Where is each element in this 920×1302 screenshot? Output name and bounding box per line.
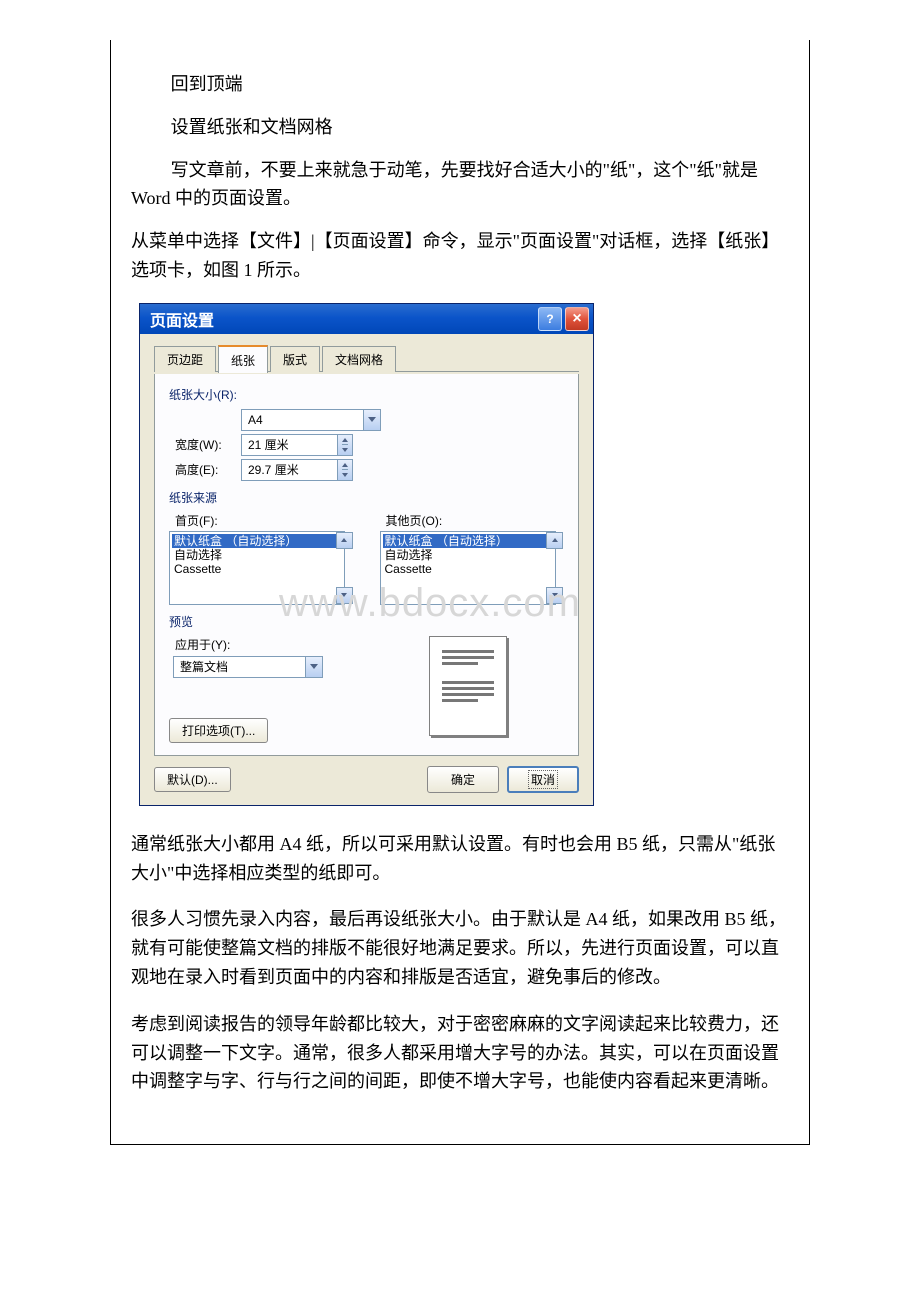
spin-buttons[interactable] [337,435,352,455]
list-item[interactable]: Cassette [172,562,342,576]
body-paragraph-1: 通常纸张大小都用 A4 纸，所以可采用默认设置。有时也会用 B5 纸，只需从"纸… [131,830,789,888]
tab-grid[interactable]: 文档网格 [322,346,396,372]
height-label: 高度(E): [169,461,241,478]
arrow-down-icon [341,593,347,597]
scroll-down-button[interactable] [336,587,353,604]
dialog-footer: 默认(D)... 确定 取消 [154,766,579,793]
page-setup-dialog: 页面设置 ? × 页边距 纸张 版式 文档网格 纸张大小(R): A4 [139,303,594,806]
arrow-down-icon [342,445,348,455]
cancel-label: 取消 [528,770,558,789]
section-heading: 设置纸张和文档网格 [131,113,789,142]
paper-size-value: A4 [242,413,363,427]
width-value[interactable] [242,435,337,455]
first-page-label: 首页(F): [169,512,354,529]
help-icon: ? [546,312,553,326]
apply-to-label: 应用于(Y): [169,636,349,653]
tab-paper[interactable]: 纸张 [218,345,268,373]
scroll-up-button[interactable] [546,532,563,549]
list-item[interactable]: 默认纸盒 （自动选择） [172,534,342,548]
help-button[interactable]: ? [538,307,562,331]
tab-strip: 页边距 纸张 版式 文档网格 [154,344,579,372]
titlebar: 页面设置 ? × [140,304,593,334]
list-item[interactable]: 默认纸盒 （自动选择） [383,534,553,548]
first-page-listbox[interactable]: 默认纸盒 （自动选择） 自动选择 Cassette [169,531,345,605]
dialog-title: 页面设置 [150,307,535,331]
arrow-up-icon [342,435,348,446]
width-label: 宽度(W): [169,436,241,453]
list-item[interactable]: Cassette [383,562,553,576]
preview-label: 预览 [169,613,564,630]
chevron-down-icon [363,410,380,430]
chevron-down-icon [305,657,322,677]
body-paragraph-3: 考虑到阅读报告的领导年龄都比较大，对于密密麻麻的文字阅读起来比较费力，还可以调整… [131,1010,789,1096]
scroll-down-button[interactable] [546,587,563,604]
width-spin[interactable] [241,434,353,456]
intro-paragraph-1: 写文章前，不要上来就急于动笔，先要找好合适大小的"纸"，这个"纸"就是 Word… [131,156,789,214]
list-item[interactable]: 自动选择 [172,548,342,562]
spin-buttons[interactable] [337,460,352,480]
height-value[interactable] [242,460,337,480]
close-icon: × [572,310,581,328]
height-spin[interactable] [241,459,353,481]
tab-margins[interactable]: 页边距 [154,346,216,372]
tab-layout[interactable]: 版式 [270,346,320,372]
paper-source-label: 纸张来源 [169,489,564,506]
document-cell: 回到顶端 设置纸张和文档网格 写文章前，不要上来就急于动笔，先要找好合适大小的"… [110,40,810,1145]
paper-size-label: 纸张大小(R): [169,386,564,403]
dialog-body: 页边距 纸张 版式 文档网格 纸张大小(R): A4 宽度(W): [140,334,593,805]
arrow-down-icon [552,593,558,597]
intro-paragraph-2: 从菜单中选择【文件】|【页面设置】命令，显示"页面设置"对话框，选择【纸张】选项… [131,227,789,285]
page-preview [429,636,507,736]
arrow-up-icon [552,538,558,542]
arrow-up-icon [341,538,347,542]
paper-tab-panel: 纸张大小(R): A4 宽度(W): [154,374,579,756]
paper-size-combo[interactable]: A4 [241,409,381,431]
scroll-up-button[interactable] [336,532,353,549]
apply-to-value: 整篇文档 [174,658,305,675]
arrow-up-icon [342,460,348,471]
print-options-button[interactable]: 打印选项(T)... [169,718,268,743]
list-item[interactable]: 自动选择 [383,548,553,562]
cancel-button[interactable]: 取消 [507,766,579,793]
ok-button[interactable]: 确定 [427,766,499,793]
close-button[interactable]: × [565,307,589,331]
apply-to-combo[interactable]: 整篇文档 [173,656,323,678]
default-button[interactable]: 默认(D)... [154,767,231,792]
other-pages-listbox[interactable]: 默认纸盒 （自动选择） 自动选择 Cassette [380,531,556,605]
arrow-down-icon [342,470,348,480]
other-pages-label: 其他页(O): [380,512,565,529]
back-to-top-link[interactable]: 回到顶端 [131,70,789,99]
body-paragraph-2: 很多人习惯先录入内容，最后再设纸张大小。由于默认是 A4 纸，如果改用 B5 纸… [131,905,789,991]
